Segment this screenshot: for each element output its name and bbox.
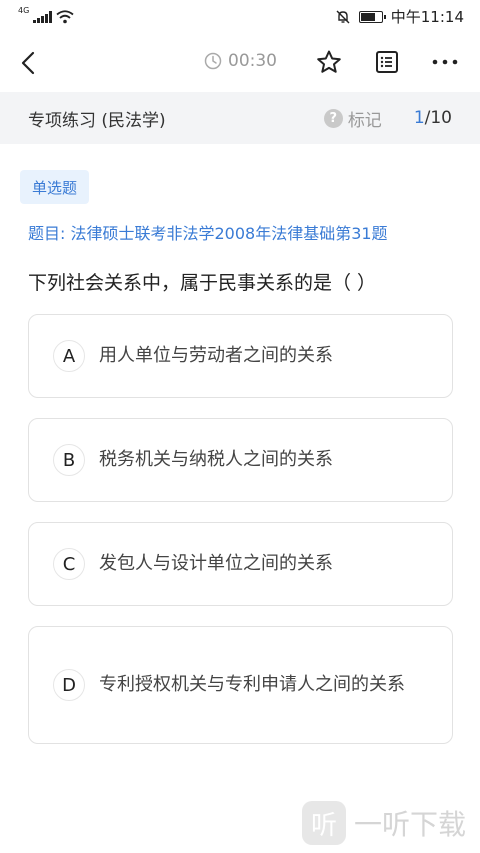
question-mark-icon: ? — [323, 108, 343, 128]
more-button[interactable] — [426, 43, 464, 81]
progress-current: 1 — [413, 108, 425, 128]
option-text: 用人单位与劳动者之间的关系 — [99, 345, 333, 366]
timer: 00:30 — [204, 51, 277, 71]
more-icon — [432, 59, 458, 65]
mark-label: 标记 — [347, 110, 382, 131]
option-letter: D — [53, 669, 85, 701]
chevron-left-icon — [21, 51, 35, 74]
signal-icon — [33, 10, 52, 23]
option-a[interactable]: A 用人单位与劳动者之间的关系 — [28, 314, 453, 398]
question-card: 单选题 题目: 法律硕士联考非法学2008年法律基础第31题 下列社会关系中，属… — [0, 144, 480, 853]
watermark-logo: 听 — [301, 801, 346, 845]
list-icon — [376, 51, 398, 73]
nav-bar: 00:30 — [0, 33, 480, 92]
answer-sheet-button[interactable] — [368, 43, 406, 81]
mark-button[interactable]: ? 标记 — [323, 106, 382, 131]
watermark: 听 一听下载 — [301, 801, 466, 845]
battery-icon — [358, 10, 386, 23]
option-letter: B — [53, 444, 85, 476]
favorite-button[interactable] — [310, 43, 348, 81]
option-d[interactable]: D 专利授权机关与专利申请人之间的关系 — [28, 626, 453, 744]
question-text: 下列社会关系中，属于民事关系的是（ ） — [28, 272, 377, 294]
option-text: 税务机关与纳税人之间的关系 — [99, 449, 333, 470]
status-left: 4G — [18, 6, 74, 24]
mute-bell-icon — [336, 10, 350, 23]
star-icon — [317, 50, 341, 73]
watermark-text: 一听下载 — [353, 808, 466, 841]
option-text: 发包人与设计单位之间的关系 — [99, 553, 333, 574]
sub-header-right: ? 标记 1/10 — [323, 92, 452, 144]
option-b[interactable]: B 税务机关与纳税人之间的关系 — [28, 418, 453, 502]
sub-header: 专项练习 (民法学) ? 标记 1/10 — [0, 92, 480, 144]
back-button[interactable] — [12, 43, 44, 83]
question-type-badge: 单选题 — [20, 170, 90, 204]
option-letter: A — [53, 340, 85, 372]
nav-actions — [310, 43, 464, 81]
question-source: 题目: 法律硕士联考非法学2008年法律基础第31题 — [28, 224, 388, 243]
progress-total: /10 — [424, 108, 452, 128]
wifi-icon — [56, 9, 74, 23]
status-right: 中午11:14 — [335, 6, 464, 27]
status-bar: 4G 中午11:14 — [0, 0, 480, 33]
status-time: 中午11:14 — [390, 8, 464, 26]
section-title: 专项练习 (民法学) — [28, 110, 166, 131]
timer-value: 00:30 — [228, 51, 277, 71]
clock-icon — [204, 52, 222, 70]
option-letter: C — [53, 548, 85, 580]
option-text: 专利授权机关与专利申请人之间的关系 — [99, 674, 405, 695]
option-c[interactable]: C 发包人与设计单位之间的关系 — [28, 522, 453, 606]
network-type: 4G — [18, 6, 30, 15]
question-progress: 1/10 — [414, 108, 452, 128]
